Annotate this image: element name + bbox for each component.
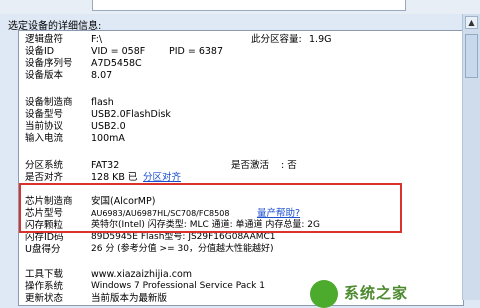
label-os: 操作系统 (25, 281, 64, 292)
watermark-logo: 系统之家 (310, 278, 480, 308)
value-serial: A7D5458C (91, 58, 142, 69)
value-pid: PID = 6387 (169, 46, 224, 57)
device-select-field[interactable] (92, 0, 406, 11)
label-chip-vendor: 芯片制造商 (25, 196, 73, 207)
label-score: U盘得分 (25, 244, 61, 255)
value-manufacturer: flash (91, 97, 114, 108)
row-drive-letter: 逻辑盘符 F:\ 此分区容量: 1.9G (19, 34, 463, 45)
value-chip-model: AU6983/AU6987HL/SC708/FC8508 (91, 209, 230, 218)
row-current: 输入电流 100mA (19, 133, 463, 144)
scroll-up-icon[interactable]: ▲ (465, 16, 478, 29)
value-score: 26 分 (参考分值 >= 30，分值越大性能越好) (91, 244, 274, 254)
label-flash-chip: 闪存颗粒 (25, 220, 64, 231)
label-protocol: 当前协议 (25, 121, 64, 132)
row-protocol: 当前协议 USB2.0 (19, 121, 463, 132)
label-device-id: 设备ID (25, 46, 55, 57)
row-chip-model: 芯片型号 AU6983/AU6987HL/SC708/FC8508 量产帮助? (19, 208, 463, 219)
row-partition-system: 分区系统 FAT32 是否激活 : 否 (19, 160, 463, 171)
label-chip-model: 芯片型号 (25, 208, 64, 219)
scroll-thumb[interactable] (465, 34, 478, 78)
label-download: 工具下载 (25, 269, 64, 280)
value-model: USB2.0FlashDisk (91, 109, 171, 120)
label-serial: 设备序列号 (25, 58, 73, 69)
row-version: 设备版本 8.07 (19, 70, 463, 81)
row-device-id: 设备ID VID = 058F PID = 6387 (19, 46, 463, 57)
row-flash-chip: 闪存颗粒 英特尔(Intel) 闪存类型: MLC 通道: 单通道 内存总量: … (19, 220, 463, 231)
label-partition-system: 分区系统 (25, 160, 64, 171)
value-flash-chip: 英特尔(Intel) 闪存类型: MLC 通道: 单通道 内存总量: 2G (91, 220, 320, 230)
value-update: 当前版本为最新版 (91, 293, 168, 304)
value-flash-id: 89D5945E Flash型号: JS29F16G08AAMC1 (91, 232, 276, 242)
value-alignment: 128 KB 已 (91, 172, 138, 183)
value-vid: VID = 058F (91, 46, 146, 57)
value-active: : 否 (281, 160, 297, 171)
row-serial: 设备序列号 A7D5458C (19, 58, 463, 69)
mass-production-help-link[interactable]: 量产帮助? (257, 208, 300, 219)
label-drive-letter: 逻辑盘符 (25, 34, 64, 45)
label-version: 设备版本 (25, 70, 64, 81)
value-partition-system: FAT32 (91, 160, 120, 171)
value-drive-letter: F:\ (91, 34, 103, 45)
value-partition-capacity: 1.9G (309, 34, 332, 45)
row-score: U盘得分 26 分 (参考分值 >= 30，分值越大性能越好) (19, 244, 463, 255)
row-manufacturer: 设备制造商 flash (19, 97, 463, 108)
label-current: 输入电流 (25, 133, 64, 144)
label-update: 更新状态 (25, 293, 64, 304)
label-model: 设备型号 (25, 109, 64, 120)
row-flash-id: 闪存ID码 89D5945E Flash型号: JS29F16G08AAMC1 (19, 232, 463, 243)
label-active: 是否激活 (231, 160, 270, 171)
scrollbar[interactable]: ▲ (462, 14, 480, 300)
value-version: 8.07 (91, 70, 113, 81)
label-partition-capacity: 此分区容量: (251, 34, 302, 45)
value-download: www.xiazaizhijia.com (91, 269, 193, 280)
label-manufacturer: 设备制造商 (25, 97, 73, 108)
row-model: 设备型号 USB2.0FlashDisk (19, 109, 463, 120)
row-chip-vendor: 芯片制造商 安国(AlcorMP) (19, 196, 463, 207)
label-flash-id: 闪存ID码 (25, 232, 64, 243)
logo-circle-icon (310, 280, 338, 308)
value-os: Windows 7 Professional Service Pack 1 (91, 281, 265, 291)
details-panel: 逻辑盘符 F:\ 此分区容量: 1.9G 设备ID VID = 058F PID… (18, 30, 464, 306)
row-alignment: 是否对齐 128 KB 已 分区对齐 (19, 172, 463, 183)
value-protocol: USB2.0 (91, 121, 126, 132)
value-chip-vendor: 安国(AlcorMP) (91, 196, 156, 207)
value-current: 100mA (91, 133, 125, 144)
label-alignment: 是否对齐 (25, 172, 64, 183)
partition-align-link[interactable]: 分区对齐 (143, 172, 181, 183)
